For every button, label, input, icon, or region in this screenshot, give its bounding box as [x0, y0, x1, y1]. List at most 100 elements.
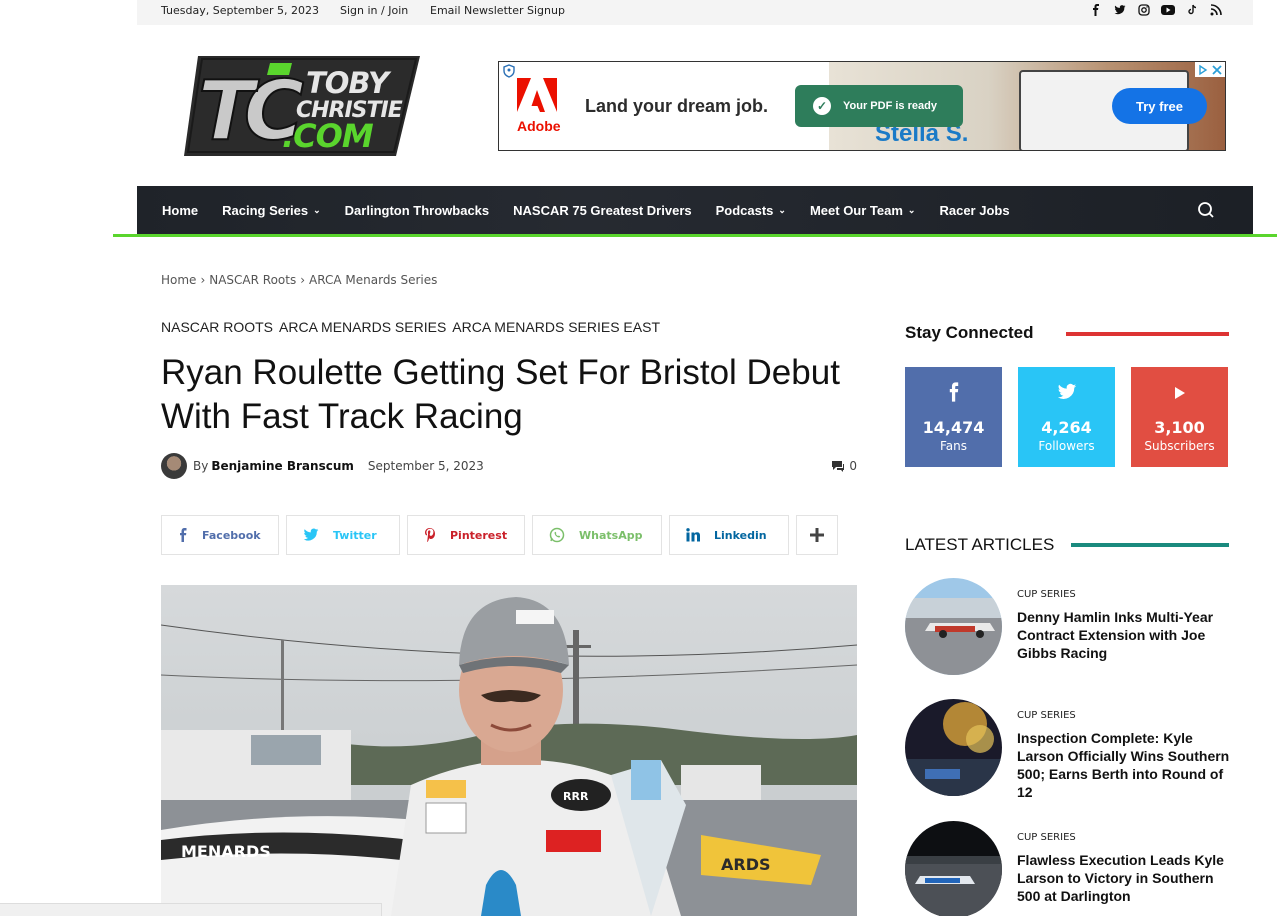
breadcrumb: Home › NASCAR Roots › ARCA Menards Serie… [161, 273, 438, 287]
adobe-logo-icon [517, 78, 557, 116]
twitter-label: Followers [1038, 439, 1095, 453]
latest-articles-heading: LATEST ARTICLES [905, 535, 1055, 554]
twitter-followers-box[interactable]: 4,264 Followers [1018, 367, 1115, 467]
category-tag[interactable]: ARCA Menards Series East [452, 319, 660, 335]
nav-item-darlington-throwbacks[interactable]: Darlington Throwbacks [345, 203, 489, 218]
nav-item-meet-our-team[interactable]: Meet Our Team ⌄ [810, 203, 916, 218]
heading-underline [1066, 332, 1229, 336]
svg-text:.COM: .COM [282, 117, 374, 155]
article-title: Ryan Roulette Getting Set For Bristol De… [161, 353, 840, 436]
ad-close-controls[interactable] [1195, 62, 1225, 77]
facebook-icon[interactable] [1089, 3, 1103, 17]
nav-item-podcasts[interactable]: Podcasts ⌄ [716, 203, 786, 218]
horizontal-scrollbar[interactable] [0, 903, 382, 916]
site-logo[interactable]: TC TOBY CHRISTIE .COM [184, 55, 424, 160]
article-category[interactable]: CUP SERIES [1017, 832, 1076, 843]
advertisement-banner[interactable]: Adobe Land your dream job. Stella S. ✓ Y… [498, 61, 1226, 151]
chevron-down-icon: ⌄ [907, 204, 916, 215]
svg-text:RRR: RRR [563, 790, 589, 803]
latest-article-item[interactable]: CUP SERIES Denny Hamlin Inks Multi-Year … [905, 578, 1235, 678]
ad-pdf-toast: ✓ Your PDF is ready [795, 85, 963, 127]
stay-connected-heading: Stay Connected [905, 323, 1034, 342]
twitter-icon [1057, 382, 1077, 406]
pinterest-icon [425, 528, 435, 542]
latest-article-item[interactable]: CUP SERIES Inspection Complete: Kyle Lar… [905, 699, 1235, 801]
category-tag[interactable]: ARCA Menards Series [279, 319, 446, 335]
chevron-down-icon: ⌄ [778, 204, 786, 215]
breadcrumb-arca-menards[interactable]: ARCA Menards Series [309, 273, 437, 287]
facebook-count: 14,474 [922, 418, 985, 437]
ad-brand: Adobe [517, 118, 561, 134]
youtube-subscribers-box[interactable]: 3,100 Subscribers [1131, 367, 1228, 467]
linkedin-icon [686, 528, 700, 542]
current-date: Tuesday, September 5, 2023 [161, 4, 320, 17]
article-thumbnail[interactable] [905, 578, 1002, 675]
article-thumbnail[interactable] [905, 699, 1002, 796]
article-headline[interactable]: Inspection Complete: Kyle Larson Officia… [1017, 729, 1232, 801]
check-icon: ✓ [813, 97, 831, 115]
plus-icon [810, 528, 824, 542]
ad-headline: Land your dream job. [585, 96, 769, 116]
svg-text:MENARDS: MENARDS [181, 842, 271, 861]
ad-cta-button[interactable]: Try free [1112, 88, 1207, 124]
svg-text:ARDS: ARDS [721, 855, 771, 874]
share-whatsapp-button[interactable]: WhatsApp [532, 515, 662, 555]
nav-item-racer-jobs[interactable]: Racer Jobs [939, 203, 1009, 218]
ad-toast-text: Your PDF is ready [843, 100, 937, 112]
nav-item-nascar-75[interactable]: NASCAR 75 Greatest Drivers [513, 203, 691, 218]
article-headline[interactable]: Denny Hamlin Inks Multi-Year Contract Ex… [1017, 608, 1232, 662]
svg-text:TOBY: TOBY [306, 66, 392, 100]
search-icon[interactable] [1197, 201, 1215, 219]
signin-link[interactable]: Sign in / Join [340, 4, 408, 17]
ad-info-icon [1199, 64, 1208, 75]
comment-icon [832, 461, 845, 472]
youtube-count: 3,100 [1154, 418, 1205, 437]
facebook-label: Fans [939, 439, 967, 453]
top-bar: Tuesday, September 5, 2023 Sign in / Joi… [137, 0, 1253, 25]
article-headline[interactable]: Flawless Execution Leads Kyle Larson to … [1017, 851, 1232, 905]
breadcrumb-nascar-roots[interactable]: NASCAR Roots [209, 273, 296, 287]
share-buttons: Facebook Twitter Pinterest WhatsApp Link… [161, 515, 838, 555]
nav-item-home[interactable]: Home [162, 203, 198, 218]
article-category[interactable]: CUP SERIES [1017, 710, 1076, 721]
youtube-icon[interactable] [1161, 3, 1175, 17]
twitter-icon[interactable] [1113, 3, 1127, 17]
ad-choices-icon[interactable] [502, 64, 516, 78]
twitter-count: 4,264 [1041, 418, 1092, 437]
author-avatar[interactable] [161, 453, 187, 479]
youtube-label: Subscribers [1144, 439, 1215, 453]
share-linkedin-button[interactable]: Linkedin [669, 515, 789, 555]
latest-article-item[interactable]: CUP SERIES Flawless Execution Leads Kyle… [905, 821, 1235, 916]
facebook-fans-box[interactable]: 14,474 Fans [905, 367, 1002, 467]
tiktok-icon[interactable] [1185, 3, 1199, 17]
comments-count[interactable]: 0 [831, 459, 857, 473]
share-twitter-button[interactable]: Twitter [286, 515, 400, 555]
article-featured-image: MENARDS ARDS RRR [161, 585, 857, 916]
close-icon [1212, 64, 1222, 75]
newsletter-link[interactable]: Email Newsletter Signup [430, 4, 565, 17]
twitter-icon [303, 528, 319, 541]
article-categories: NASCAR Roots ARCA Menards Series ARCA Me… [161, 319, 660, 335]
topbar-social [1089, 3, 1223, 17]
by-label: By [193, 459, 209, 473]
publish-date: September 5, 2023 [367, 459, 484, 473]
category-tag[interactable]: NASCAR Roots [161, 319, 273, 335]
nav-item-racing-series[interactable]: Racing Series ⌄ [222, 203, 321, 218]
article-category[interactable]: CUP SERIES [1017, 589, 1076, 600]
youtube-play-icon [1173, 382, 1187, 406]
rss-icon[interactable] [1209, 3, 1223, 17]
author-name[interactable]: Benjamine Branscum [211, 459, 354, 473]
nav-accent-line [113, 234, 1277, 237]
share-facebook-button[interactable]: Facebook [161, 515, 279, 555]
facebook-icon [948, 382, 960, 406]
article-meta: By Benjamine Branscum September 5, 2023 … [161, 453, 857, 479]
share-pinterest-button[interactable]: Pinterest [407, 515, 525, 555]
breadcrumb-home[interactable]: Home [161, 273, 196, 287]
instagram-icon[interactable] [1137, 3, 1151, 17]
main-navigation: Home Racing Series ⌄ Darlington Throwback… [137, 186, 1253, 234]
share-more-button[interactable] [796, 515, 838, 555]
article-thumbnail[interactable] [905, 821, 1002, 916]
whatsapp-icon [549, 527, 565, 543]
facebook-icon [180, 528, 187, 542]
chevron-down-icon: ⌄ [313, 204, 321, 215]
